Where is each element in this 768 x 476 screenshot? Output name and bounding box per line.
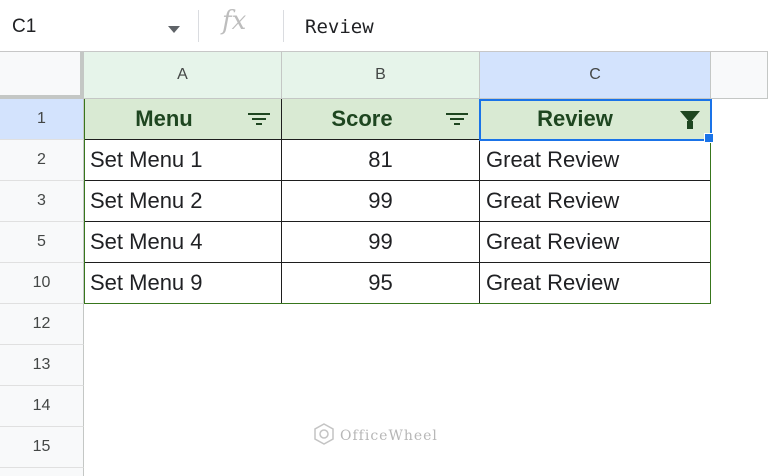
cell-b3[interactable]: 99 <box>282 181 480 222</box>
cell-b5[interactable]: 99 <box>282 222 480 263</box>
row-header-13[interactable]: 13 <box>0 345 84 386</box>
row-header-10[interactable]: 10 <box>0 263 84 304</box>
officewheel-logo-icon <box>314 423 334 445</box>
cell-a5[interactable]: Set Menu 4 <box>84 222 282 263</box>
select-all-corner[interactable] <box>0 52 84 99</box>
row-header-16[interactable] <box>0 468 84 476</box>
header-label-review: Review <box>537 106 613 131</box>
header-label-score: Score <box>331 106 393 131</box>
cell-c5[interactable]: Great Review <box>480 222 711 263</box>
fill-handle[interactable] <box>704 133 714 143</box>
filter-icon[interactable] <box>248 113 270 127</box>
formula-bar: C1 fx Review <box>0 0 768 52</box>
name-box[interactable]: C1 <box>0 6 195 46</box>
row-header-12[interactable]: 12 <box>0 304 84 345</box>
row-header-15[interactable]: 15 <box>0 427 84 468</box>
cell-c10[interactable]: Great Review <box>480 263 711 304</box>
filter-active-icon-stem <box>687 121 693 129</box>
column-header-d[interactable] <box>711 52 768 99</box>
divider <box>198 10 199 42</box>
row-header-1[interactable]: 1 <box>0 99 84 140</box>
cell-b2[interactable]: 81 <box>282 140 480 181</box>
header-cell-score[interactable]: Score <box>282 99 480 140</box>
fx-icon: fx <box>222 6 247 36</box>
row-header-14[interactable]: 14 <box>0 386 84 427</box>
cell-b10[interactable]: 95 <box>282 263 480 304</box>
header-cell-review[interactable]: Review <box>480 99 711 140</box>
cell-c2[interactable]: Great Review <box>480 140 711 181</box>
cell-a3[interactable]: Set Menu 2 <box>84 181 282 222</box>
column-header-a[interactable]: A <box>84 52 282 99</box>
formula-input[interactable]: Review <box>305 16 374 38</box>
cell-a2[interactable]: Set Menu 1 <box>84 140 282 181</box>
cell-c3[interactable]: Great Review <box>480 181 711 222</box>
cell-a10[interactable]: Set Menu 9 <box>84 263 282 304</box>
filter-icon[interactable] <box>446 113 468 127</box>
watermark-text: OfficeWheel <box>340 428 438 444</box>
chevron-down-icon[interactable] <box>168 26 180 33</box>
row-header-3[interactable]: 3 <box>0 181 84 222</box>
row-header-2[interactable]: 2 <box>0 140 84 181</box>
column-header-b[interactable]: B <box>282 52 480 99</box>
column-header-c[interactable]: C <box>480 52 711 99</box>
header-cell-menu[interactable]: Menu <box>84 99 282 140</box>
name-box-value: C1 <box>12 16 37 37</box>
header-label-menu: Menu <box>135 106 193 131</box>
divider <box>283 10 284 42</box>
row-header-5[interactable]: 5 <box>0 222 84 263</box>
